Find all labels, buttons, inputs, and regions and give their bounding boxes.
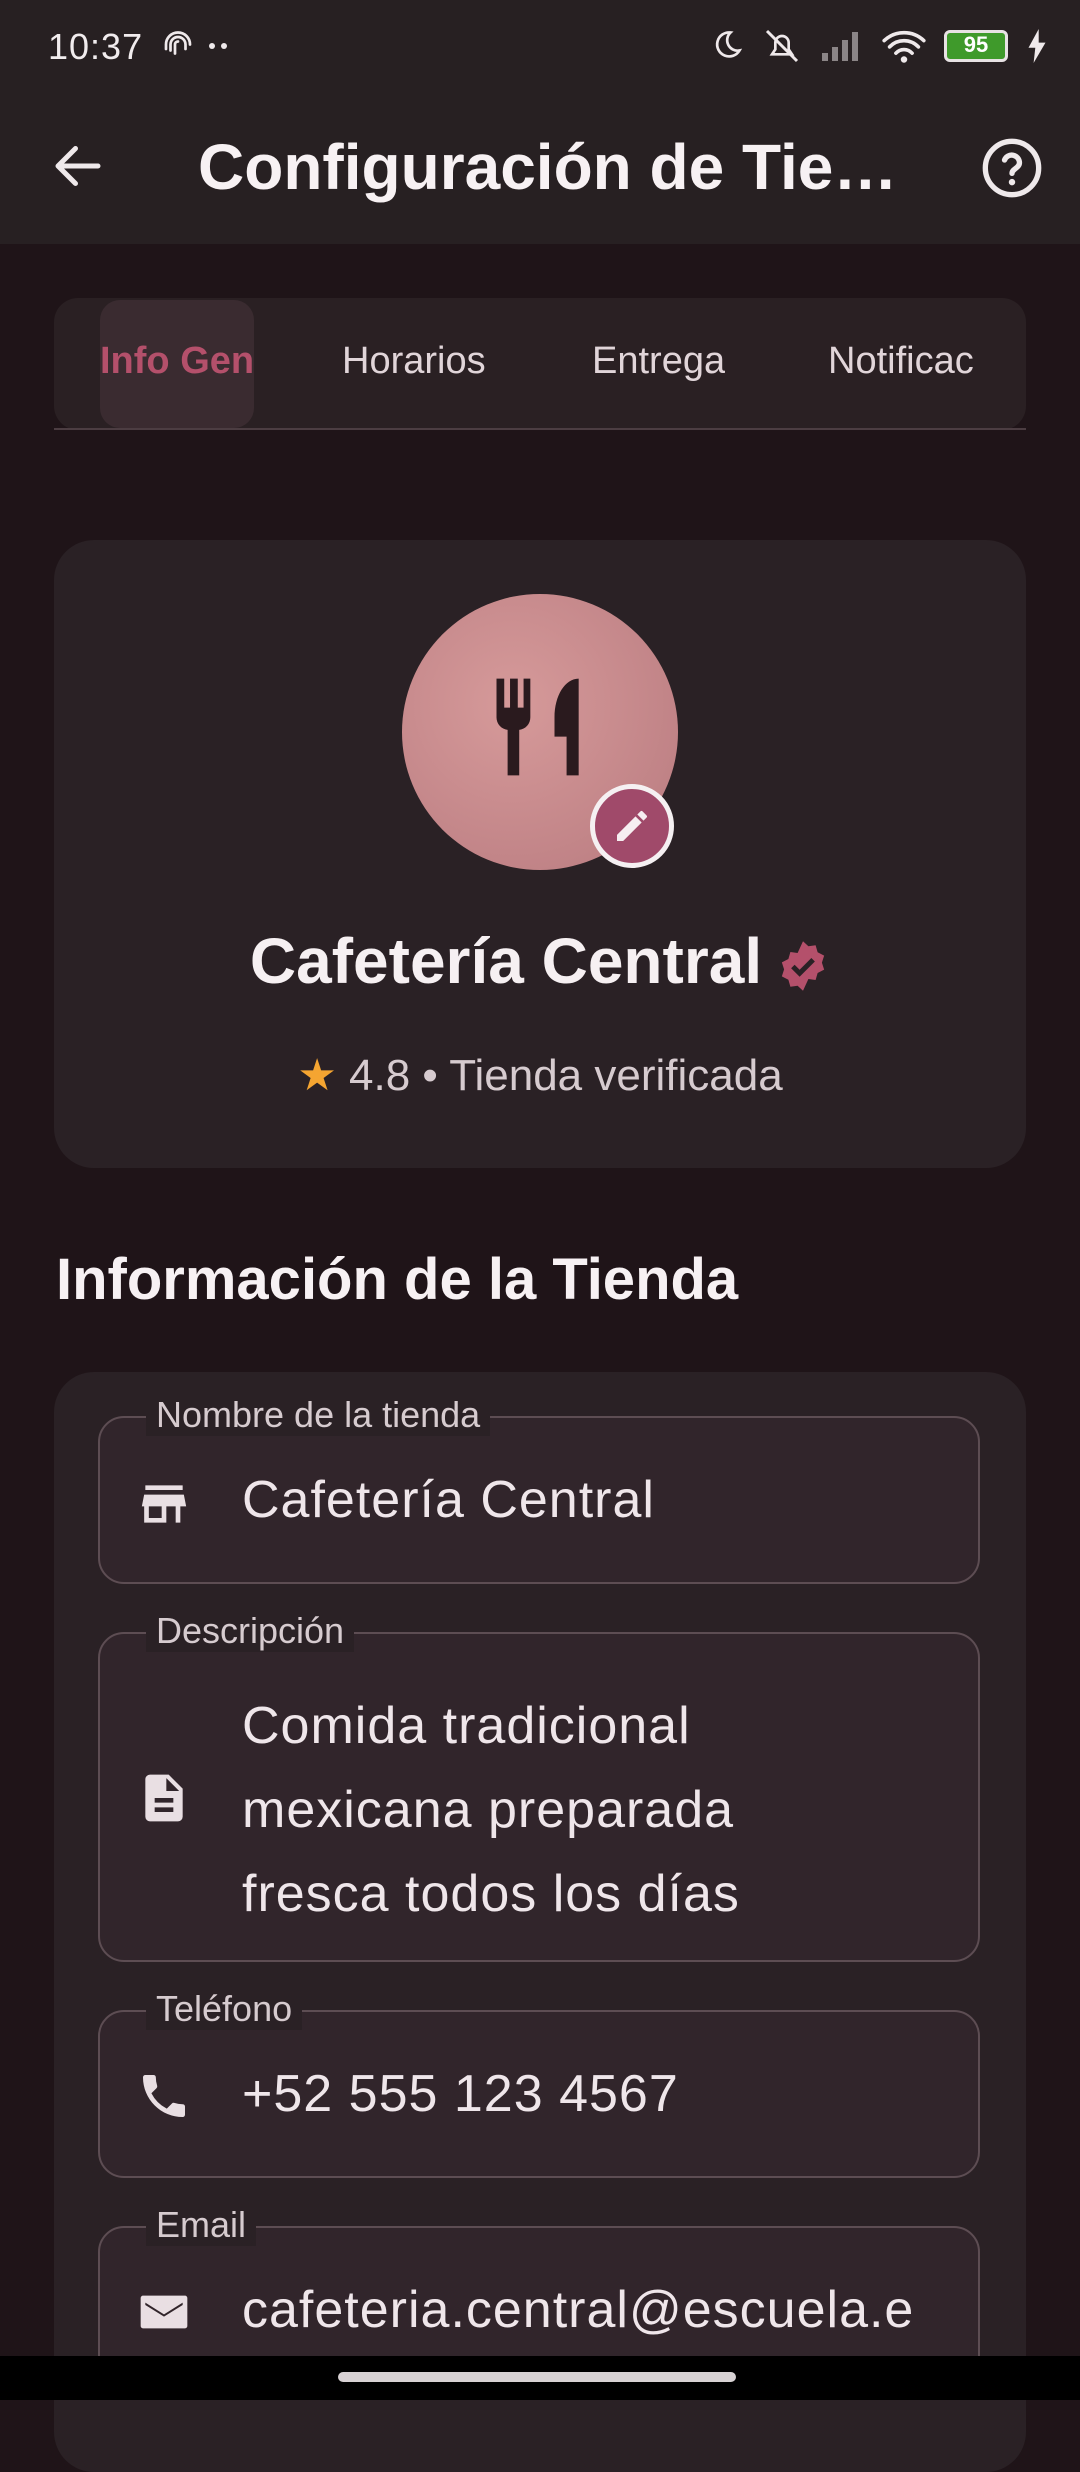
arrow-back-icon[interactable] — [48, 136, 108, 196]
star-icon: ★ — [297, 1051, 337, 1100]
app-bar: Configuración de Tie… — [0, 98, 1080, 244]
phone-field[interactable]: Teléfono +52 555 123 4567 — [98, 1988, 980, 2178]
status-left-icons — [160, 28, 232, 64]
tab-horarios[interactable]: Horarios — [342, 340, 494, 383]
verified-badge-icon — [781, 941, 825, 991]
store-name-input[interactable]: Cafetería Central — [242, 1470, 655, 1530]
tab-bar: Info Gen Horarios Entrega Notificac — [54, 298, 1026, 430]
store-icon — [141, 1485, 187, 1523]
description-label: Descripción — [146, 1610, 355, 1652]
status-right-icons: 95 — [708, 26, 1048, 66]
phone-icon — [143, 2075, 185, 2117]
store-name-heading: Cafetería Central — [54, 924, 1026, 998]
mute-icon — [765, 29, 799, 63]
store-info-form: Nombre de la tienda Cafetería Central De… — [54, 1372, 1026, 2472]
status-bar: 10:37 95 — [0, 0, 1080, 98]
signal-icon — [822, 32, 858, 61]
description-field[interactable]: Descripción Comida tradicional mexicana … — [98, 1610, 980, 1962]
tab-divider — [54, 428, 1026, 430]
battery-level: 95 — [963, 32, 989, 57]
store-rating-line: ★ 4.8 • Tienda verificada — [54, 1050, 1026, 1101]
page-title: Configuración de Tie… — [198, 131, 898, 203]
fork-knife-icon — [496, 678, 579, 776]
description-line: fresca todos los días — [242, 1865, 740, 1923]
fingerprint-icon — [164, 31, 192, 55]
home-indicator[interactable] — [338, 2372, 736, 2382]
help-circle-icon[interactable] — [980, 136, 1044, 200]
store-name-text: Cafetería Central — [249, 925, 763, 997]
status-time: 10:37 — [48, 26, 144, 67]
tab-info-general[interactable]: Info Gen — [100, 340, 254, 383]
email-label: Email — [146, 2204, 257, 2246]
store-name-field[interactable]: Nombre de la tienda Cafetería Central — [98, 1394, 980, 1584]
document-icon — [145, 1774, 183, 1822]
tab-notificaciones[interactable]: Notificac — [828, 340, 982, 383]
charging-icon — [1028, 29, 1046, 63]
pencil-icon — [617, 811, 647, 841]
store-profile-card: Cafetería Central ★ 4.8 • Tienda verific… — [54, 540, 1026, 1168]
section-title: Información de la Tienda — [56, 1247, 739, 1312]
wifi-icon — [882, 30, 926, 63]
mail-icon — [140, 2295, 188, 2329]
description-line: Comida tradicional — [242, 1697, 691, 1755]
store-status: Tienda verificada — [449, 1051, 783, 1100]
description-input[interactable]: Comida tradicional mexicana preparada fr… — [242, 1684, 740, 1936]
store-rating: 4.8 — [349, 1051, 411, 1100]
phone-label: Teléfono — [146, 1988, 303, 2030]
tab-entrega[interactable]: Entrega — [592, 340, 725, 383]
moon-icon — [715, 31, 743, 58]
rating-separator: • — [422, 1051, 438, 1100]
store-name-label: Nombre de la tienda — [146, 1394, 491, 1436]
dots-icon — [209, 43, 227, 49]
phone-input[interactable]: +52 555 123 4567 — [242, 2064, 679, 2124]
email-input[interactable]: cafeteria.central@escuela.e — [242, 2280, 942, 2340]
battery-icon: 95 — [944, 30, 1008, 62]
edit-avatar-button[interactable] — [590, 784, 674, 868]
description-line: mexicana preparada — [242, 1781, 735, 1839]
